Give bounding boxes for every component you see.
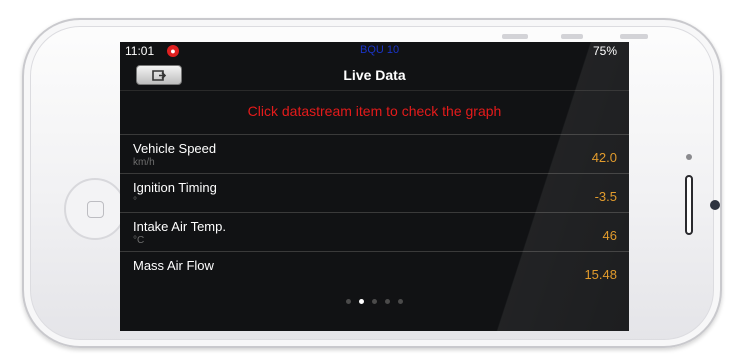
datastream-name: Ignition Timing — [133, 180, 217, 195]
datastream-value: 42.0 — [591, 150, 617, 165]
page-dot[interactable] — [372, 299, 377, 304]
app-screen: 11:01 ● BQU 10 75% Live Data Click datas… — [120, 42, 629, 331]
page-indicator[interactable] — [120, 299, 629, 304]
datastream-name: Intake Air Temp. — [133, 219, 226, 234]
proximity-sensor — [686, 154, 692, 160]
page-dot[interactable] — [398, 299, 403, 304]
datastream-name: Vehicle Speed — [133, 141, 217, 156]
datastream-value: 15.48 — [584, 267, 617, 282]
status-bar: 11:01 ● BQU 10 75% — [120, 42, 629, 60]
page-title: Live Data — [343, 67, 406, 83]
datastream-row-vehicle-speed[interactable]: Vehicle Speed km/h 42.0 — [120, 134, 629, 173]
volume-down-button — [561, 34, 583, 39]
power-button — [620, 34, 648, 39]
datastream-row-intake-air-temp[interactable]: Intake Air Temp. °C 46 — [120, 212, 629, 251]
home-button[interactable] — [64, 178, 126, 240]
hint-text: Click datastream item to check the graph — [247, 103, 502, 119]
datastream-value: -3.5 — [594, 189, 617, 204]
front-camera — [710, 200, 720, 210]
datastream-row-mass-air-flow[interactable]: Mass Air Flow 15.48 — [120, 251, 629, 290]
datastream-list: Vehicle Speed km/h 42.0 Ignition Timing … — [120, 134, 629, 290]
earpiece-speaker — [685, 175, 693, 235]
datastream-unit: ° — [133, 196, 137, 207]
datastream-row-ignition-timing[interactable]: Ignition Timing ° -3.5 — [120, 173, 629, 212]
volume-up-button — [502, 34, 528, 39]
datastream-name: Mass Air Flow — [133, 258, 214, 273]
status-carrier: BQU 10 — [360, 44, 400, 56]
record-icon: ● — [167, 45, 179, 57]
home-square-icon — [87, 201, 104, 218]
page-dot[interactable] — [359, 299, 364, 304]
datastream-unit: °C — [133, 235, 145, 246]
datastream-value: 46 — [602, 228, 617, 243]
datastream-unit: km/h — [133, 157, 155, 168]
nav-bar: Live Data — [120, 60, 629, 91]
status-time: 11:01 — [125, 44, 155, 58]
page-dot[interactable] — [346, 299, 351, 304]
page-dot[interactable] — [385, 299, 390, 304]
status-battery: 75% — [592, 44, 617, 58]
